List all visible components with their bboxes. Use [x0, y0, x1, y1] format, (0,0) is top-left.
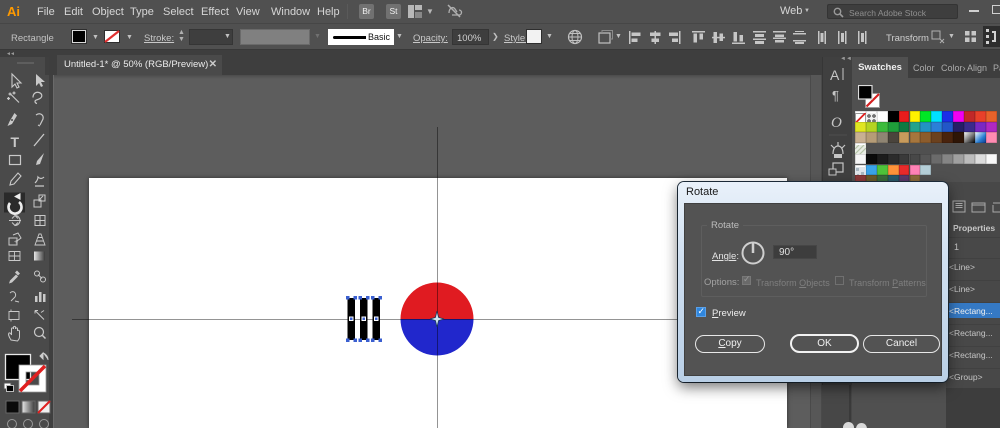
svg-text:¶: ¶	[832, 88, 839, 103]
svg-text:A: A	[830, 67, 840, 83]
svg-text:◄◄: ◄◄	[840, 57, 852, 62]
svg-text:O: O	[831, 115, 842, 131]
svg-text:+: +	[14, 239, 18, 246]
svg-text:T: T	[11, 134, 20, 150]
